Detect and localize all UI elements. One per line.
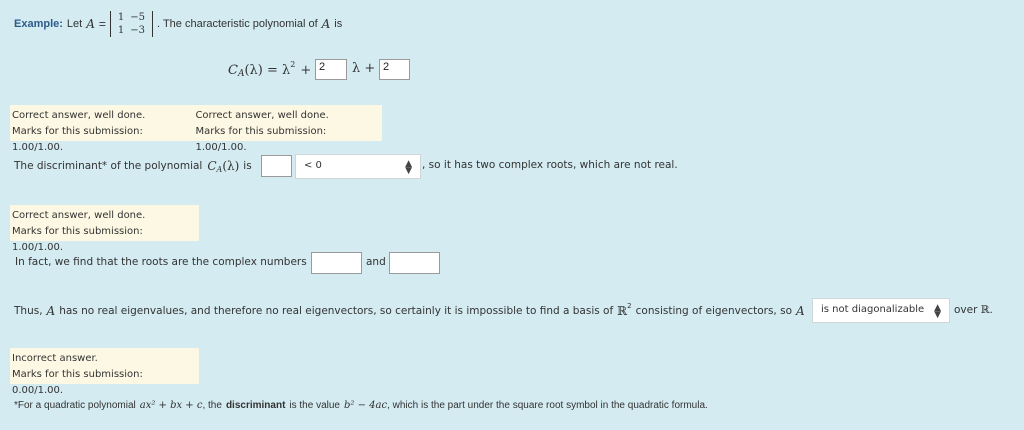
reals-symbol: ℝ [617,304,628,318]
feedback-marks: Marks for this submission: 0.00/1.00. [12,369,143,396]
discriminant-select-value: < 0 [304,160,322,171]
coefficient-c-input[interactable]: 2 [379,59,410,80]
discriminant-prefix: The discriminant* of the polynomial [14,160,203,172]
footnote-bold: discriminant [225,399,286,411]
char-poly-text: . The characteristic polynomial of [157,18,318,30]
matrix-cell: −5 [130,12,146,23]
func-C: C [207,159,217,173]
feedback-box: Correct answer, well done. Marks for thi… [10,205,199,253]
feedback-status: Correct answer, well done. [12,210,146,221]
is-text: is [334,18,343,30]
is-text: is [243,160,252,172]
equals-sign: = [98,17,106,31]
diagonalizable-select[interactable]: is not diagonalizable ▲ ▼ [812,298,950,323]
and-text: and [366,256,386,268]
over-label: over [954,304,978,316]
poly-plus: + [300,62,312,78]
footnote-expr: ax² + bx + c [139,399,203,411]
feedback-status: Correct answer, well done. [12,110,146,121]
reals-symbol: ℝ. [980,304,993,316]
reals-sup: 2 [627,302,632,310]
roots-prefix: In fact, we find that the roots are the … [15,256,307,268]
feedback-status: Incorrect answer. [12,353,98,364]
example-label: Example: [14,18,63,30]
feedback-marks: Marks for this submission: 1.00/1.00. [195,126,327,153]
feedback-status: Correct answer, well done. [195,110,329,121]
func-sub: A [216,164,223,174]
discriminant-suffix: , so it has two complex roots, which are… [422,159,678,171]
let-text: Let [66,18,83,30]
matrix-cell: 1 [117,25,125,36]
over-text: over ℝ. [954,304,993,316]
discriminant-input[interactable] [261,155,292,177]
poly-lhs-arg: (λ) = λ [244,62,291,78]
var-A: A [796,304,805,318]
thus-statement: Thus, A has no real eigenvalues, and the… [14,302,805,320]
diagonalizable-select-value: is not diagonalizable [821,304,925,315]
feedback-box: Correct answer, well done. Marks for thi… [10,105,382,153]
poly-lhs: C [228,62,238,78]
poly-sq: 2 [290,59,296,69]
example-statement: Example: Let A = 1 −5 1 −3 . The charact… [14,10,342,38]
func-arg: (λ) [222,159,240,173]
footnote-mid: , the [202,399,222,411]
thus-text: consisting of eigenvectors, so [635,305,792,317]
var-A: A [86,17,95,31]
footnote-value-text: is the value [289,399,340,411]
matrix-cell: −3 [130,25,146,36]
thus-text: has no real eigenvalues, and therefore n… [59,305,614,317]
thus-text: Thus, [14,305,43,317]
matrix-cell: 1 [117,12,125,23]
root1-input[interactable] [311,252,362,274]
polynomial-expression: C A (λ) = λ 2 + [228,58,311,82]
footnote-suffix: , which is the part under the square roo… [387,399,708,411]
discriminant-select[interactable]: < 0 ▲ ▼ [295,154,421,179]
var-A: A [46,304,56,318]
discriminant-statement: The discriminant* of the polynomial C A … [14,157,252,175]
matrix-A: 1 −5 1 −3 [109,11,154,37]
select-arrows-icon: ▼ [934,310,941,320]
footnote: *For a quadratic polynomial ax² + bx + c… [14,397,708,413]
coefficient-b-input[interactable]: 2 [315,59,347,80]
poly-lhs-sub: A [237,69,245,79]
feedback-marks: Marks for this submission: 1.00/1.00. [12,226,143,253]
root2-input[interactable] [389,252,440,274]
feedback-box: Incorrect answer. Marks for this submiss… [10,348,199,396]
footnote-formula: b² − 4ac [344,399,388,411]
select-arrows-icon: ▼ [405,166,412,176]
footnote-prefix: *For a quadratic polynomial [14,399,136,411]
feedback-marks: Marks for this submission: 1.00/1.00. [12,126,143,153]
var-A: A [321,17,331,31]
lambda-plus-text: λ + [352,61,376,76]
